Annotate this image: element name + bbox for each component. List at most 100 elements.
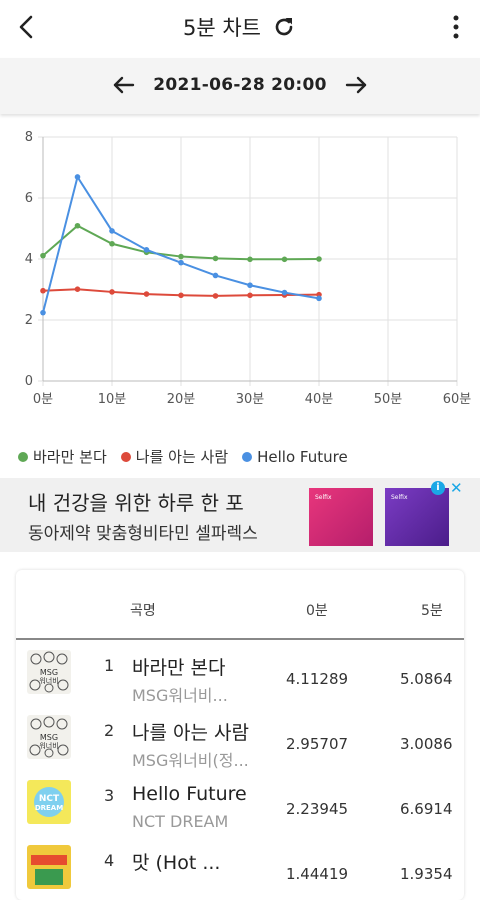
legend-item-series-1[interactable]: 바라만 본다 bbox=[18, 446, 107, 467]
table-row[interactable]: 4 맛 (Hot ... 1.44419 1.9354 bbox=[16, 837, 464, 900]
data-point bbox=[143, 291, 150, 297]
ad-product-label: Selfix bbox=[315, 494, 332, 501]
data-point bbox=[109, 289, 115, 295]
legend-item-series-3[interactable]: Hello Future bbox=[242, 446, 348, 467]
album-art: NCT DREAM bbox=[27, 780, 71, 824]
table-row[interactable]: MSG 워너비 1 바라만 본다 MSG워너비... 4.11289 5.086… bbox=[16, 642, 464, 706]
album-art: MSG 워너비 bbox=[27, 715, 71, 759]
song-title: 바라만 본다 bbox=[132, 657, 226, 679]
legend-dot bbox=[18, 451, 28, 462]
data-point bbox=[247, 282, 253, 289]
y-tick-label: 6 bbox=[25, 191, 33, 206]
score-5min: 3.0086 bbox=[400, 735, 453, 753]
app-bar: 5분 차트 bbox=[0, 0, 480, 54]
ad-product-image: Selfix bbox=[309, 488, 373, 546]
data-point bbox=[316, 256, 322, 262]
chart-legend: 바라만 본다 나를 아는 사람 Hello Future bbox=[18, 446, 348, 467]
svg-text:MSG: MSG bbox=[40, 668, 58, 677]
data-point bbox=[40, 252, 46, 259]
next-arrow-icon[interactable] bbox=[343, 72, 369, 98]
data-point bbox=[212, 272, 219, 279]
column-header-title[interactable]: 곡명 bbox=[130, 600, 156, 620]
album-art: MSG 워너비 bbox=[27, 650, 71, 694]
data-point bbox=[316, 295, 322, 302]
more-options-icon[interactable] bbox=[446, 12, 466, 42]
data-point bbox=[74, 222, 81, 229]
album-art bbox=[27, 845, 71, 889]
legend-label: 나를 아는 사람 bbox=[135, 448, 229, 466]
date-navigator: 2021-06-28 20:00 bbox=[0, 58, 480, 114]
song-title: 나를 아는 사람 bbox=[132, 722, 249, 744]
ad-banner[interactable]: 내 건강을 위한 하루 한 포 동아제약 맞춤형비타민 셀파렉스 Selfix … bbox=[0, 478, 480, 552]
column-header-5min[interactable]: 5분 bbox=[421, 600, 443, 620]
song-artist: MSG워너비(정... bbox=[132, 751, 249, 770]
data-point bbox=[178, 259, 184, 266]
score-0min: 2.95707 bbox=[286, 735, 349, 753]
ad-subline: 동아제약 맞춤형비타민 셀파렉스 bbox=[28, 524, 258, 544]
line-chart: 0 2 4 6 8 0분 10분 20분 30분 40분 50분 60분 bbox=[25, 130, 472, 407]
score-5min: 5.0864 bbox=[400, 670, 453, 688]
current-date: 2021-06-28 20:00 bbox=[153, 75, 327, 95]
svg-text:워너비: 워너비 bbox=[39, 741, 58, 750]
x-tick-label: 10분 bbox=[98, 392, 127, 407]
legend-item-series-2[interactable]: 나를 아는 사람 bbox=[120, 446, 229, 467]
refresh-icon[interactable] bbox=[271, 14, 297, 40]
x-tick-label: 50분 bbox=[374, 392, 403, 407]
score-0min: 1.44419 bbox=[286, 865, 349, 883]
y-tick-label: 2 bbox=[25, 313, 33, 328]
y-tick-label: 8 bbox=[25, 130, 33, 145]
column-header-0min[interactable]: 0분 bbox=[306, 600, 328, 620]
x-tick-label: 20분 bbox=[167, 392, 196, 407]
page-title: 5분 차트 bbox=[183, 16, 261, 40]
y-tick-label: 0 bbox=[25, 374, 33, 389]
data-point bbox=[178, 292, 184, 299]
data-point bbox=[247, 256, 253, 263]
ad-info-icon[interactable]: i bbox=[431, 481, 445, 495]
legend-label: Hello Future bbox=[257, 447, 348, 466]
x-tick-label: 30분 bbox=[236, 392, 265, 407]
song-title: 맛 (Hot ... bbox=[132, 852, 221, 874]
data-point bbox=[109, 240, 115, 247]
data-point bbox=[281, 289, 288, 296]
table-header: 곡명 0분 5분 bbox=[16, 570, 464, 640]
song-artist: MSG워너비... bbox=[132, 686, 228, 705]
rank-number: 4 bbox=[104, 851, 115, 870]
svg-text:NCT: NCT bbox=[39, 794, 60, 804]
data-point bbox=[212, 293, 219, 299]
legend-dot bbox=[120, 451, 131, 462]
score-5min: 1.9354 bbox=[400, 865, 453, 883]
y-tick-label: 4 bbox=[25, 252, 33, 267]
data-point bbox=[143, 247, 150, 253]
svg-text:MSG: MSG bbox=[40, 733, 58, 742]
data-point bbox=[281, 256, 288, 263]
table-row[interactable]: MSG 워너비 2 나를 아는 사람 MSG워너비(정... 2.95707 3… bbox=[16, 707, 464, 771]
svg-text:워너비: 워너비 bbox=[39, 676, 58, 685]
x-tick-label: 0분 bbox=[33, 392, 53, 407]
data-point bbox=[109, 228, 115, 234]
legend-dot bbox=[242, 451, 253, 462]
ad-product-image: Selfix bbox=[385, 488, 449, 546]
ad-close-icon[interactable]: ✕ bbox=[450, 479, 463, 497]
rank-number: 3 bbox=[104, 786, 115, 805]
data-point bbox=[40, 309, 46, 316]
table-row[interactable]: NCT DREAM 3 Hello Future NCT DREAM 2.239… bbox=[16, 772, 464, 836]
rank-number: 1 bbox=[104, 656, 115, 675]
score-0min: 2.23945 bbox=[286, 800, 349, 818]
chart-table-card: 곡명 0분 5분 MSG 워너비 1 바라만 본다 MSG워너비... 4.11… bbox=[16, 570, 464, 900]
data-point bbox=[247, 292, 253, 299]
score-5min: 6.6914 bbox=[400, 800, 453, 818]
data-point bbox=[212, 255, 219, 262]
song-artist: NCT DREAM bbox=[132, 812, 229, 831]
ad-product-label: Selfix bbox=[391, 494, 408, 501]
legend-label: 바라만 본다 bbox=[33, 448, 107, 466]
data-point bbox=[74, 286, 81, 292]
svg-text:DREAM: DREAM bbox=[35, 804, 63, 812]
song-title: Hello Future bbox=[132, 783, 247, 805]
data-point bbox=[178, 253, 184, 260]
data-point bbox=[40, 287, 46, 294]
x-tick-label: 60분 bbox=[443, 392, 472, 407]
score-0min: 4.11289 bbox=[286, 670, 349, 688]
data-point bbox=[74, 174, 81, 180]
previous-arrow-icon[interactable] bbox=[111, 72, 137, 98]
rank-number: 2 bbox=[104, 721, 115, 740]
